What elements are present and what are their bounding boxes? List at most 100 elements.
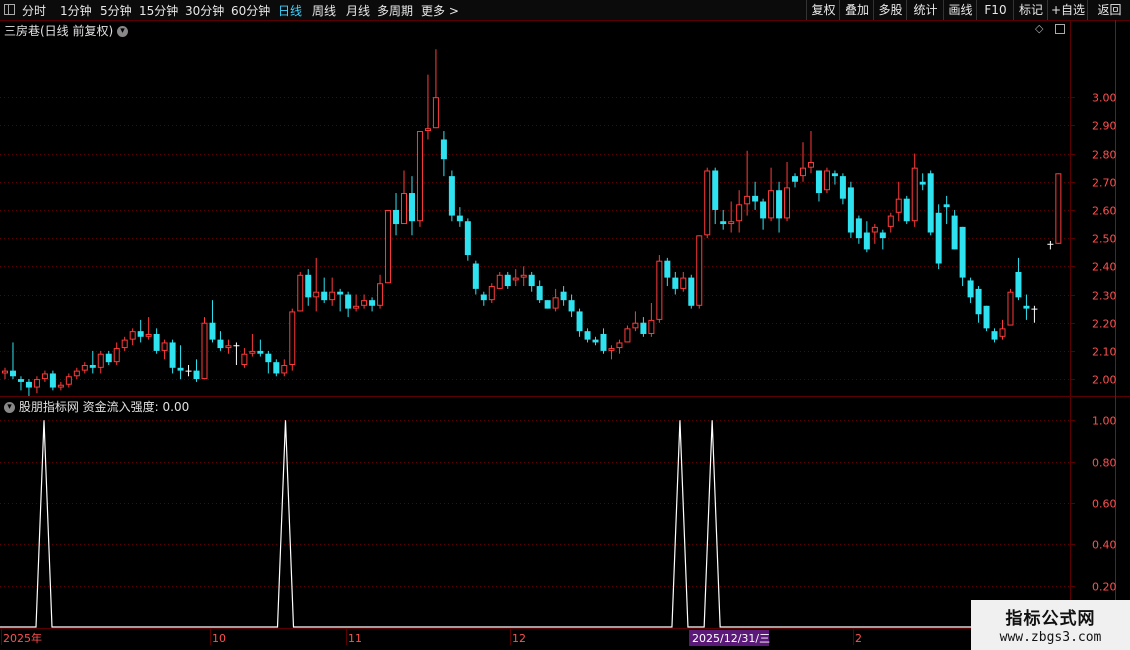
- candle-body: [1015, 271, 1022, 298]
- candle-body: [153, 333, 160, 351]
- candle-body: [97, 353, 104, 368]
- indicator-tick-label: 0.60: [1092, 498, 1117, 511]
- candle-body: [49, 373, 56, 388]
- candle-body: [863, 232, 870, 250]
- candle-body: [552, 297, 559, 309]
- candle-body: [496, 274, 503, 289]
- candle-body: [464, 221, 471, 256]
- candle-body: [592, 339, 599, 343]
- candle-body: [632, 322, 639, 329]
- indicator-tick-label: 0.20: [1092, 581, 1117, 594]
- candle-body: [823, 170, 830, 191]
- candle-body: [273, 362, 280, 374]
- candle-body: [648, 319, 655, 334]
- candle-body: [217, 339, 224, 349]
- candle-body: [584, 331, 591, 340]
- candle-body: [624, 328, 631, 343]
- x-tick-label: 2025年: [3, 631, 42, 645]
- candle-body: [113, 348, 120, 363]
- candle-body: [768, 190, 775, 219]
- watermark: 指标公式网 www.zbgs3.com: [971, 600, 1130, 650]
- candle-body: [225, 345, 232, 349]
- candle-body: [385, 209, 392, 284]
- price-tick-label: 2.30: [1092, 290, 1117, 303]
- kline-chart: 3.00 2.90 2.80 2.70 2.60 2.50 2.40 2.30 2.20 2.10…: [0, 20, 1130, 646]
- candle-body: [456, 215, 463, 222]
- candle-body: [65, 376, 72, 385]
- candle-body: [177, 367, 184, 371]
- candle-body: [520, 274, 527, 278]
- watermark-title: 指标公式网: [1005, 609, 1096, 629]
- indicator-series-line: [0, 420, 1070, 628]
- price-tick-label: 2.10: [1092, 346, 1117, 359]
- candle-body: [424, 128, 431, 132]
- candle-body: [353, 305, 360, 309]
- candle-body: [432, 97, 439, 129]
- candle-body: [975, 288, 982, 315]
- candle-body: [943, 204, 950, 208]
- price-tick-label: 2.80: [1092, 149, 1117, 162]
- candle-body: [1047, 243, 1054, 245]
- candle-body: [73, 370, 80, 377]
- candle-body: [847, 187, 854, 233]
- price-tick-label: 2.60: [1092, 205, 1117, 218]
- candle-body: [1023, 305, 1030, 309]
- candle-body: [377, 283, 384, 306]
- candle-body: [105, 353, 112, 363]
- candle-body: [528, 274, 535, 287]
- indicator-tick-label: 0.40: [1092, 539, 1117, 552]
- candle-body: [720, 221, 727, 225]
- price-tick-label: 2.00: [1092, 374, 1117, 387]
- candle-body: [951, 215, 958, 250]
- candle-body: [600, 333, 607, 351]
- candle-body: [967, 280, 974, 298]
- candle-body: [919, 181, 926, 185]
- candle-body: [784, 187, 791, 219]
- candle-body: [329, 291, 336, 301]
- candle-body: [744, 195, 751, 205]
- candle-body: [305, 274, 312, 298]
- candle-body: [568, 300, 575, 312]
- candle-body: [472, 263, 479, 289]
- candle-body: [201, 322, 208, 380]
- candle-body: [688, 277, 695, 306]
- candle-body: [616, 342, 623, 349]
- candle-body: [1055, 173, 1062, 244]
- candle-body: [89, 364, 96, 368]
- candle-body: [393, 209, 400, 225]
- candle-body: [209, 322, 216, 340]
- candle-body: [560, 291, 567, 301]
- candle-body: [815, 170, 822, 194]
- candle-body: [369, 300, 376, 306]
- x-tick-label: 2: [855, 632, 862, 645]
- candle-body: [800, 167, 806, 177]
- candle-body: [313, 291, 320, 298]
- candle-body: [895, 198, 902, 213]
- candle-body: [576, 311, 583, 332]
- price-tick-label: 3.00: [1092, 92, 1117, 105]
- candle-body: [289, 311, 296, 365]
- candle-body: [664, 260, 671, 278]
- candle-body: [927, 173, 934, 233]
- candle-body: [185, 370, 192, 372]
- candle-body: [983, 305, 990, 329]
- candle-body: [265, 353, 272, 363]
- candle-body: [728, 221, 735, 225]
- candle-body: [991, 331, 998, 340]
- candle-body: [752, 195, 759, 202]
- candle-body: [480, 294, 487, 301]
- candle-body: [704, 170, 711, 236]
- candle-body: [129, 331, 136, 340]
- candle-body: [999, 328, 1006, 337]
- crosshair-date-label: 2025/12/31/三: [692, 632, 770, 645]
- price-tick-label: 2.50: [1092, 233, 1117, 246]
- candle-body: [760, 201, 767, 219]
- candle-body: [807, 162, 814, 168]
- candle-body: [712, 170, 719, 210]
- x-tick-label: 11: [348, 632, 362, 645]
- candle-body: [488, 286, 495, 301]
- price-tick-label: 2.20: [1092, 318, 1117, 331]
- candle-body: [935, 212, 942, 264]
- candle-body: [257, 350, 264, 354]
- price-tick-label: 2.40: [1092, 261, 1117, 274]
